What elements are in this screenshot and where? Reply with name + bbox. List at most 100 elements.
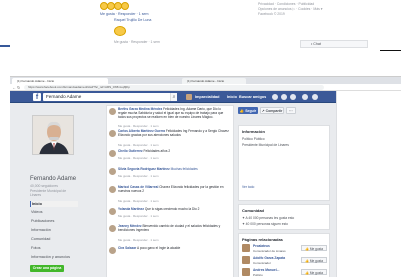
screen: Me gusta · Responder · 1 sem Raquel Truj…: [0, 0, 401, 277]
comments-feed: Berths Garza Medina Méndez Felicidades I…: [106, 105, 234, 277]
friends-icon[interactable]: [272, 94, 278, 100]
search-input[interactable]: Fernando Adame: [43, 93, 177, 101]
nav-find-friends[interactable]: Buscar amigos: [239, 95, 266, 99]
sidebar-item-videos[interactable]: Videos: [30, 209, 78, 215]
commenter-link[interactable]: Raquel Trujillo De Luna: [114, 18, 151, 22]
community-card: Comunidad ✦ A 40 000 personas les gusta …: [238, 204, 330, 230]
like-page-button[interactable]: 👍 Me gusta: [301, 245, 327, 251]
comment-text: Jeanny Méndez Bienvenido cambio de ciuda…: [118, 224, 230, 233]
follower-count: 40,000 seguidores: [30, 184, 58, 188]
sidebar-item-inicio[interactable]: Inicio: [30, 201, 78, 207]
list-item: Cheilo Gutierrez Felicidades años 2 Me g…: [107, 149, 233, 164]
settings-icon[interactable]: [312, 94, 318, 100]
page-thumbnail[interactable]: [242, 244, 250, 252]
back-icon[interactable]: ←: [12, 85, 16, 90]
sidebar-item-comunidad[interactable]: Comunidad: [30, 236, 78, 242]
comment-meta[interactable]: Me gusta · Responder · 1 sem: [118, 174, 159, 178]
like-page-button[interactable]: 👍 Me gusta: [301, 269, 327, 275]
right-column: 👍 Seguir ↗ Compartir ··· Información Pol…: [238, 105, 330, 277]
community-line: ✦ 40 000 personas siguen esto: [242, 222, 289, 226]
avatar[interactable]: [109, 208, 116, 215]
comment-meta[interactable]: Me gusta · Responder · 1 sem: [100, 12, 149, 16]
related-page-name[interactable]: Proalateus: [253, 244, 270, 248]
comment-text: Silvia Segovia Rodríguez Martínez Muchas…: [118, 167, 230, 172]
sidebar-item-anuncios[interactable]: Información y anuncios: [30, 254, 78, 260]
avatar[interactable]: [109, 247, 116, 254]
avatar[interactable]: [109, 225, 116, 232]
list-item: Silvia Segovia Rodríguez Martínez Muchas…: [107, 167, 233, 182]
search-icon[interactable]: ⌕: [170, 93, 177, 101]
community-heading: Comunidad: [242, 208, 264, 213]
info-line: Político Público: [242, 137, 265, 141]
avatar[interactable]: [109, 130, 116, 137]
notifications-icon[interactable]: [290, 94, 296, 100]
commenter-name[interactable]: Silvia Segovia Rodríguez Martínez: [118, 167, 170, 171]
messages-icon[interactable]: [281, 94, 287, 100]
avatar[interactable]: [186, 94, 192, 100]
avatar[interactable]: [109, 168, 116, 175]
commenter-name[interactable]: Cira Salazar: [118, 246, 136, 250]
commenter-name[interactable]: Yolanda Martínez: [118, 207, 144, 211]
sidebar-item-informacion[interactable]: Información: [30, 227, 78, 233]
comment-text: Berths Garza Medina Méndez Felicidades I…: [118, 107, 230, 120]
related-page-sub: Político: [253, 273, 263, 277]
profile-photo[interactable]: [32, 115, 74, 155]
related-page-sub: Comunicador: [253, 261, 271, 265]
nav-home[interactable]: Inicio: [227, 95, 237, 99]
list-item: Jeanny Méndez Bienvenido cambio de ciuda…: [107, 224, 233, 245]
comment-meta[interactable]: Me gusta · Responder · 1 sem: [118, 238, 159, 242]
follow-button[interactable]: 👍 Seguir: [238, 107, 258, 114]
see-all-link[interactable]: Ver todo: [242, 185, 254, 189]
comment-meta[interactable]: Me gusta · Responder · 1 sem: [118, 143, 159, 147]
comment-meta[interactable]: Me gusta · Responder · 1 sem: [118, 199, 159, 203]
reload-icon[interactable]: ↻: [17, 85, 20, 90]
list-item: Carlos Alberto Martínez Guerra Felicidad…: [107, 129, 233, 150]
info-line: Presidente Municipal de Linares: [242, 143, 289, 147]
facebook-logo-icon[interactable]: f: [33, 93, 41, 101]
comment-meta[interactable]: Me gusta · Responder · 1 sem: [118, 214, 159, 218]
comment-meta[interactable]: Me gusta · Responder · 1 sem: [118, 124, 159, 128]
avatar[interactable]: [109, 108, 116, 115]
comment-text: Cheilo Gutierrez Felicidades años 2: [118, 149, 230, 154]
comment-text: Cira Salazar A poco gano el Ingie la alc…: [118, 246, 230, 251]
chat-button[interactable]: • Chat: [300, 40, 368, 48]
info-heading: Información: [242, 129, 265, 134]
sidebar-item-publicaciones[interactable]: Publicaciones: [30, 218, 78, 224]
footer-line[interactable]: Opciones de anuncios ▷ · Cookies · Más ▾: [258, 7, 322, 11]
footer-line[interactable]: Privacidad · Condiciones · Publicidad: [258, 2, 314, 6]
footer-line: Facebook © 2019: [258, 12, 285, 16]
nav-profile[interactable]: Imparcialidad: [195, 95, 219, 99]
avatar[interactable]: [109, 150, 116, 157]
more-button[interactable]: ···: [286, 107, 296, 114]
like-page-button[interactable]: 👍 Me gusta: [301, 257, 327, 263]
comment-meta[interactable]: Me gusta · Responder · 1 sem: [118, 156, 159, 160]
share-button[interactable]: ↗ Compartir: [260, 107, 284, 114]
page-thumbnail[interactable]: [242, 256, 250, 264]
sidebar-item-fotos[interactable]: Fotos: [30, 245, 78, 251]
page-thumbnail[interactable]: [242, 268, 250, 276]
top-feed-fragment: Me gusta · Responder · 1 sem Raquel Truj…: [100, 0, 246, 50]
divider: [380, 50, 401, 51]
profile-photo-image: [33, 116, 73, 154]
info-card: Información Político Público Presidente …: [238, 125, 330, 201]
comment-body: Que lo sigas creciendo mucho la Dio 2: [144, 207, 200, 211]
page-title: Fernando Adame: [30, 176, 77, 182]
related-page-name[interactable]: Adolfo Garza Zapata: [253, 256, 285, 260]
commenter-name[interactable]: Cheilo Gutierrez: [118, 149, 143, 153]
address-bar: ← ↻ https://www.facebook.com/fernandoada…: [10, 84, 401, 91]
create-page-button[interactable]: Crear una página: [30, 265, 64, 272]
avatar[interactable]: [109, 186, 116, 193]
top-accent-bar: [0, 45, 10, 47]
list-item: Marisol Casas de Villarreal Chavez Elizo…: [107, 185, 233, 206]
comment-text: Marisol Casas de Villarreal Chavez Elizo…: [118, 185, 230, 194]
comment-text: Carlos Alberto Martínez Guerra Felicidad…: [118, 129, 230, 138]
left-sidebar: Fernando Adame 40,000 seguidores Preside…: [30, 105, 80, 277]
comment-body: Felicidades años 2: [143, 149, 171, 153]
comment-text: Yolanda Martínez Que lo sigas creciendo …: [118, 207, 230, 212]
comment-meta[interactable]: Me gusta · Responder · 1 sem: [114, 40, 160, 44]
help-icon[interactable]: [302, 94, 308, 100]
list-item: Cira Salazar A poco gano el Ingie la alc…: [107, 246, 233, 259]
url-field[interactable]: https://www.facebook.com/fernandoadameof…: [24, 85, 324, 90]
related-page-name[interactable]: Andres Manuel...: [253, 268, 279, 272]
related-page-sub: Comunicador de Linares: [253, 249, 286, 253]
